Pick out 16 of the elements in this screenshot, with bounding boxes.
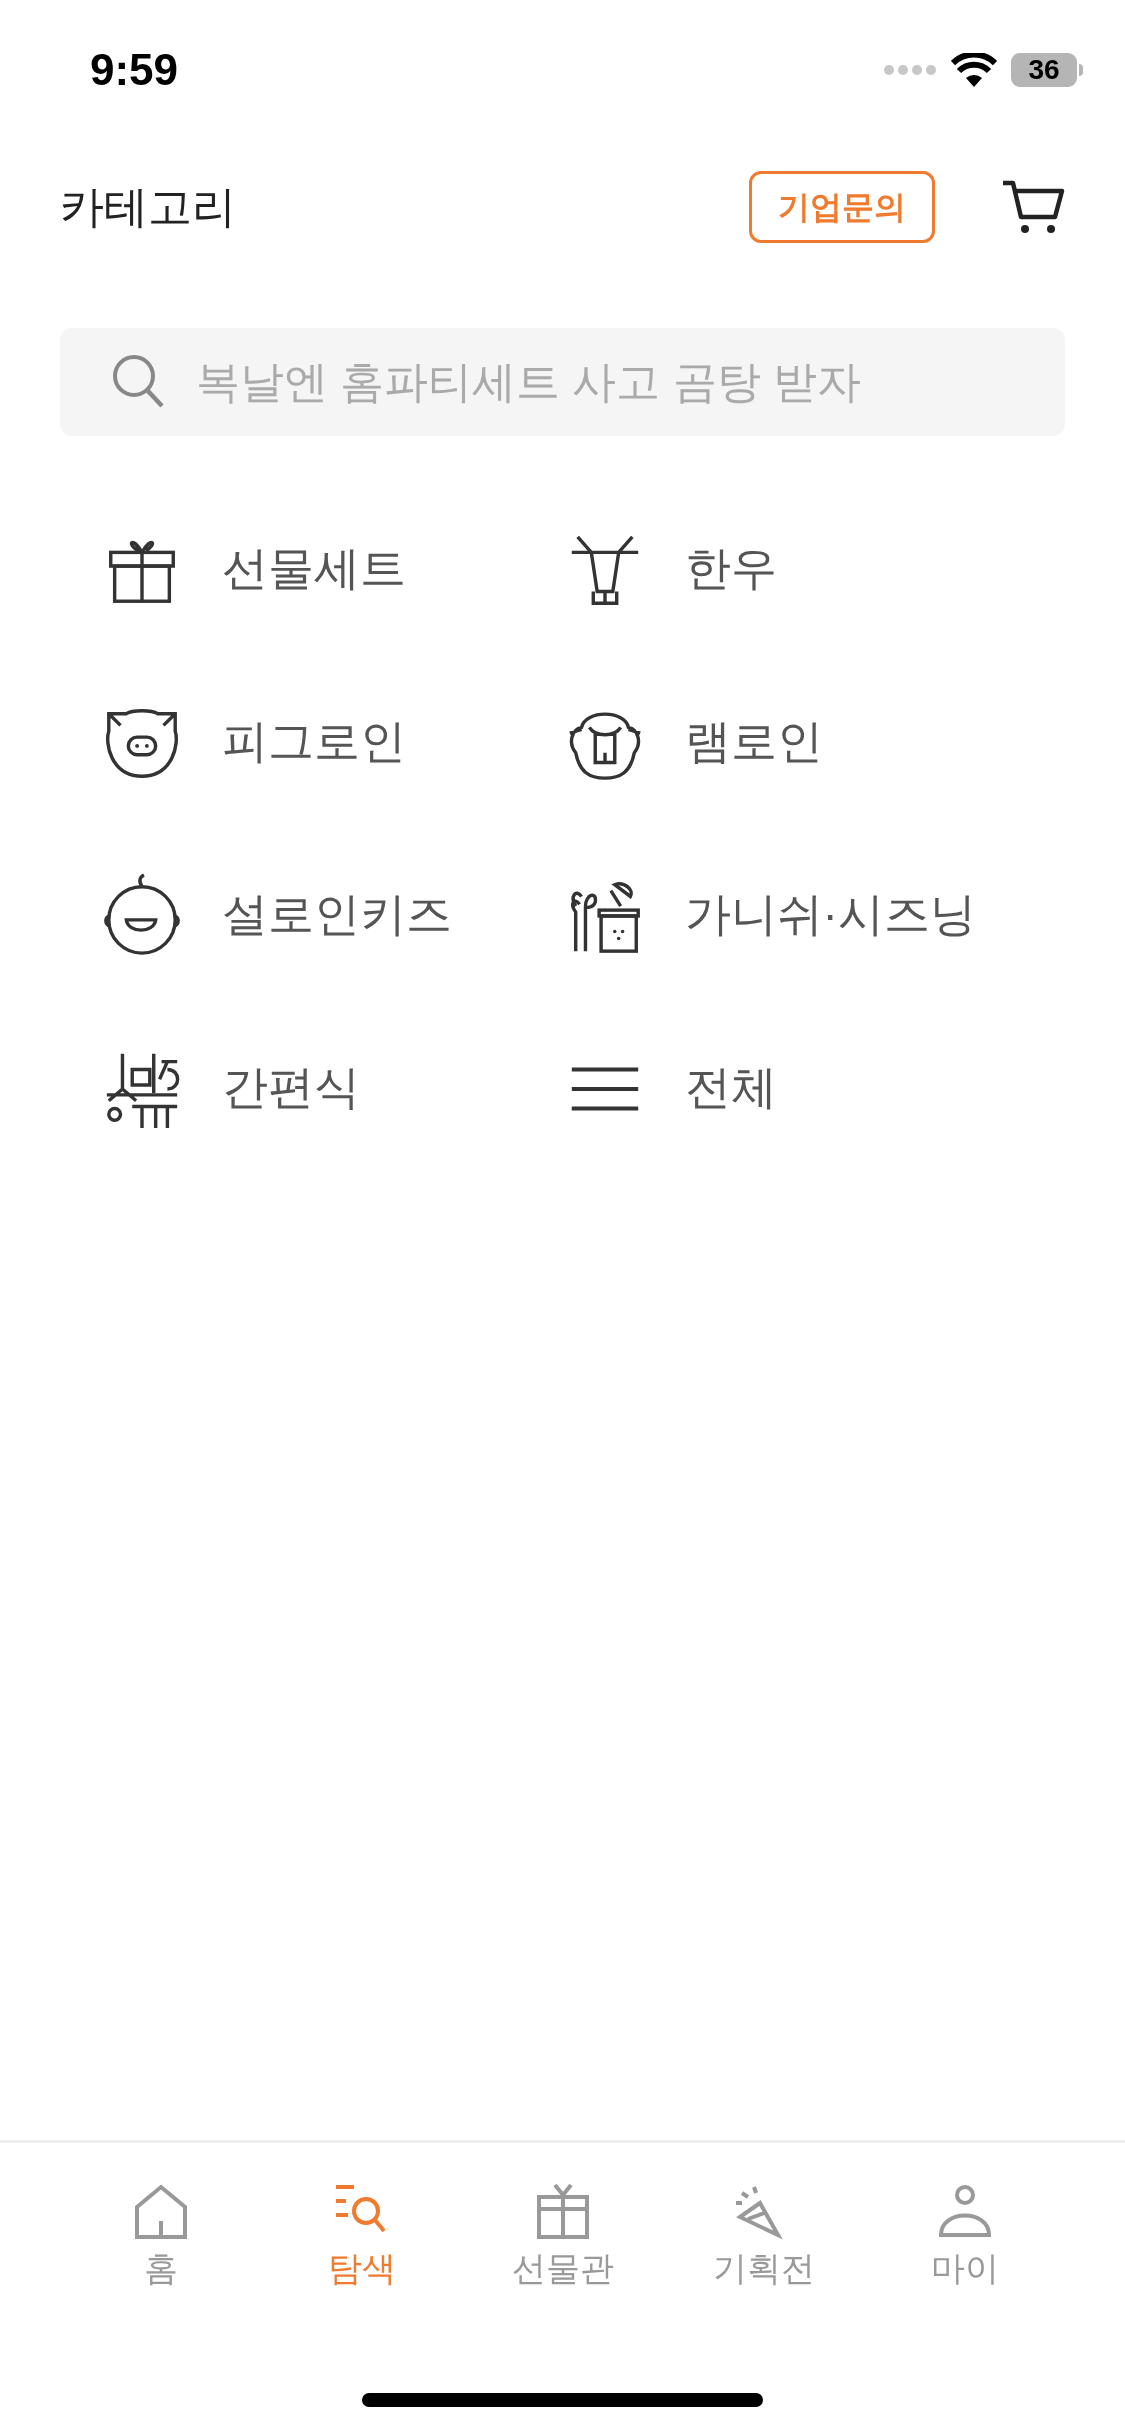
category-link[interactable]: 간편식 — [222, 1053, 360, 1122]
wifi-icon — [951, 53, 997, 87]
status-time: 9:59 — [90, 44, 179, 96]
battery-level: 36 — [1028, 56, 1060, 84]
category-link[interactable]: 전체 — [684, 1053, 777, 1122]
search-field[interactable]: 복날엔 홈파티세트 사고 곰탕 받자 — [60, 328, 1065, 436]
category-link[interactable]: 피그로인 — [222, 707, 406, 776]
category-link[interactable]: 설로인키즈 — [222, 880, 452, 949]
category-link[interactable]: 가니쉬·시즈닝 — [684, 880, 976, 949]
category-link[interactable]: 선물세트 — [222, 534, 406, 603]
signal-icon — [883, 64, 937, 76]
category-link[interactable]: 램로인 — [684, 707, 823, 776]
page-title: 카테고리 — [60, 181, 237, 233]
cart-icon[interactable] — [1001, 179, 1065, 235]
category-link[interactable]: 한우 — [684, 534, 777, 603]
search-icon — [112, 354, 166, 410]
